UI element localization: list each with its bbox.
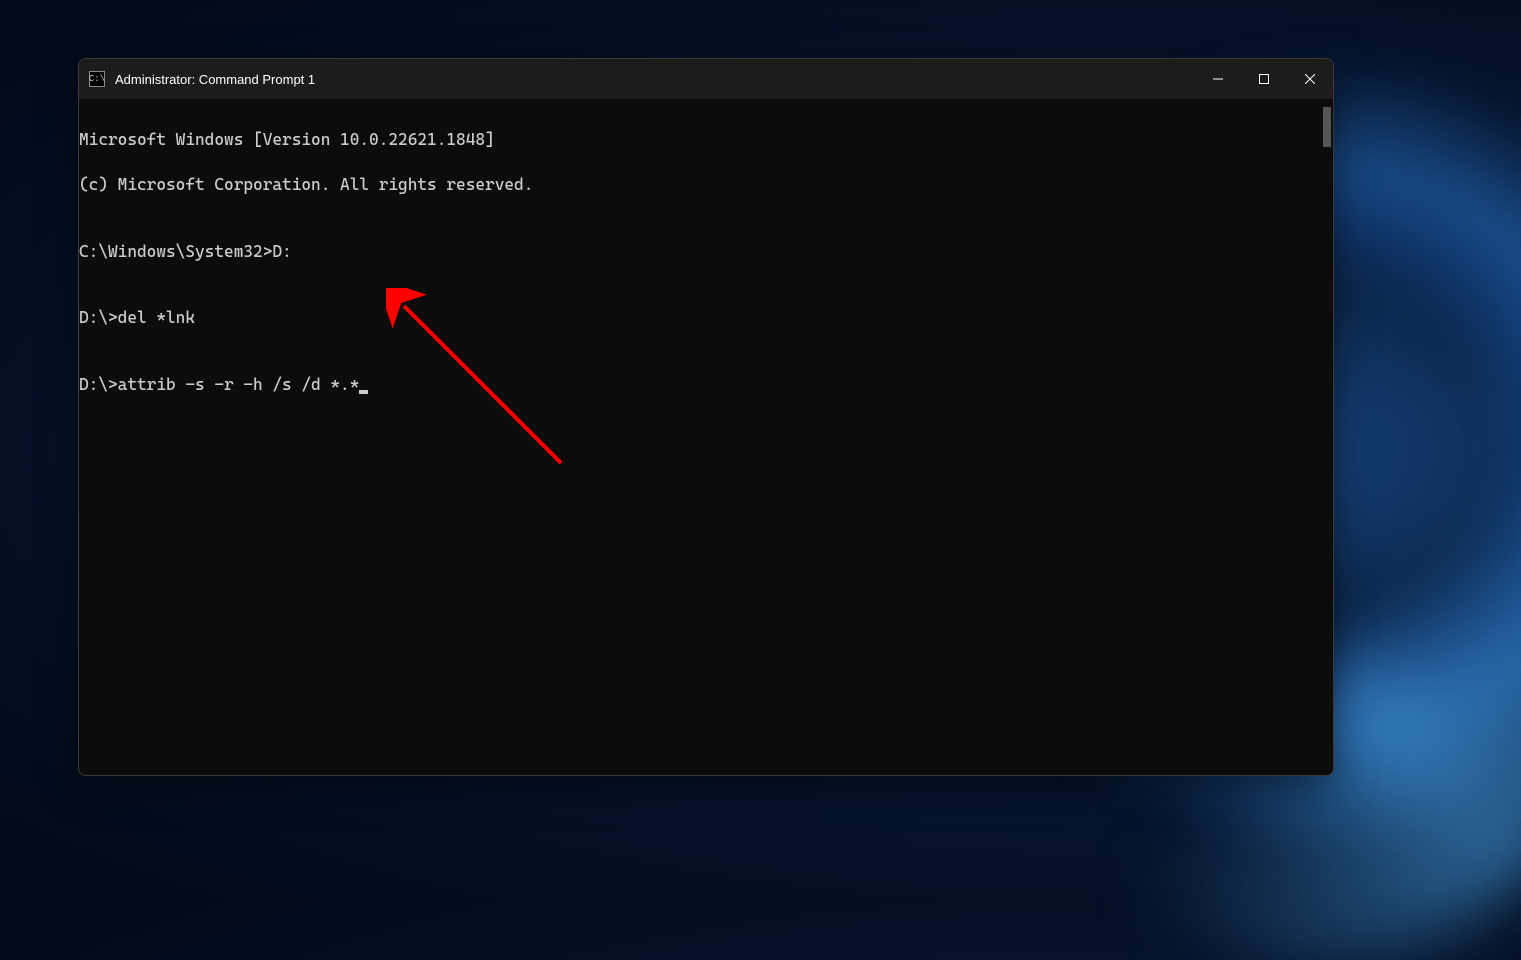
- terminal-line: Microsoft Windows [Version 10.0.22621.18…: [79, 129, 1333, 151]
- close-button[interactable]: [1287, 59, 1333, 99]
- cursor: [359, 390, 368, 394]
- terminal-body[interactable]: Microsoft Windows [Version 10.0.22621.18…: [79, 99, 1333, 775]
- close-icon: [1305, 74, 1315, 84]
- maximize-button[interactable]: [1241, 59, 1287, 99]
- minimize-button[interactable]: [1195, 59, 1241, 99]
- terminal-line: (c) Microsoft Corporation. All rights re…: [79, 174, 1333, 196]
- scrollbar-thumb[interactable]: [1323, 107, 1331, 147]
- terminal-line: D:\>attrib -s -r -h /s /d *.*: [79, 375, 359, 394]
- terminal-line: D:\>del *lnk: [79, 307, 1333, 329]
- window-title: Administrator: Command Prompt 1: [115, 72, 1195, 87]
- terminal-line: C:\Windows\System32>D:: [79, 241, 1333, 263]
- app-icon: C:\: [89, 71, 105, 87]
- maximize-icon: [1259, 74, 1269, 84]
- window-controls: [1195, 59, 1333, 99]
- titlebar[interactable]: C:\ Administrator: Command Prompt 1: [79, 59, 1333, 99]
- terminal-content: Microsoft Windows [Version 10.0.22621.18…: [79, 107, 1333, 419]
- command-prompt-window: C:\ Administrator: Command Prompt 1: [78, 58, 1334, 776]
- minimize-icon: [1213, 74, 1223, 84]
